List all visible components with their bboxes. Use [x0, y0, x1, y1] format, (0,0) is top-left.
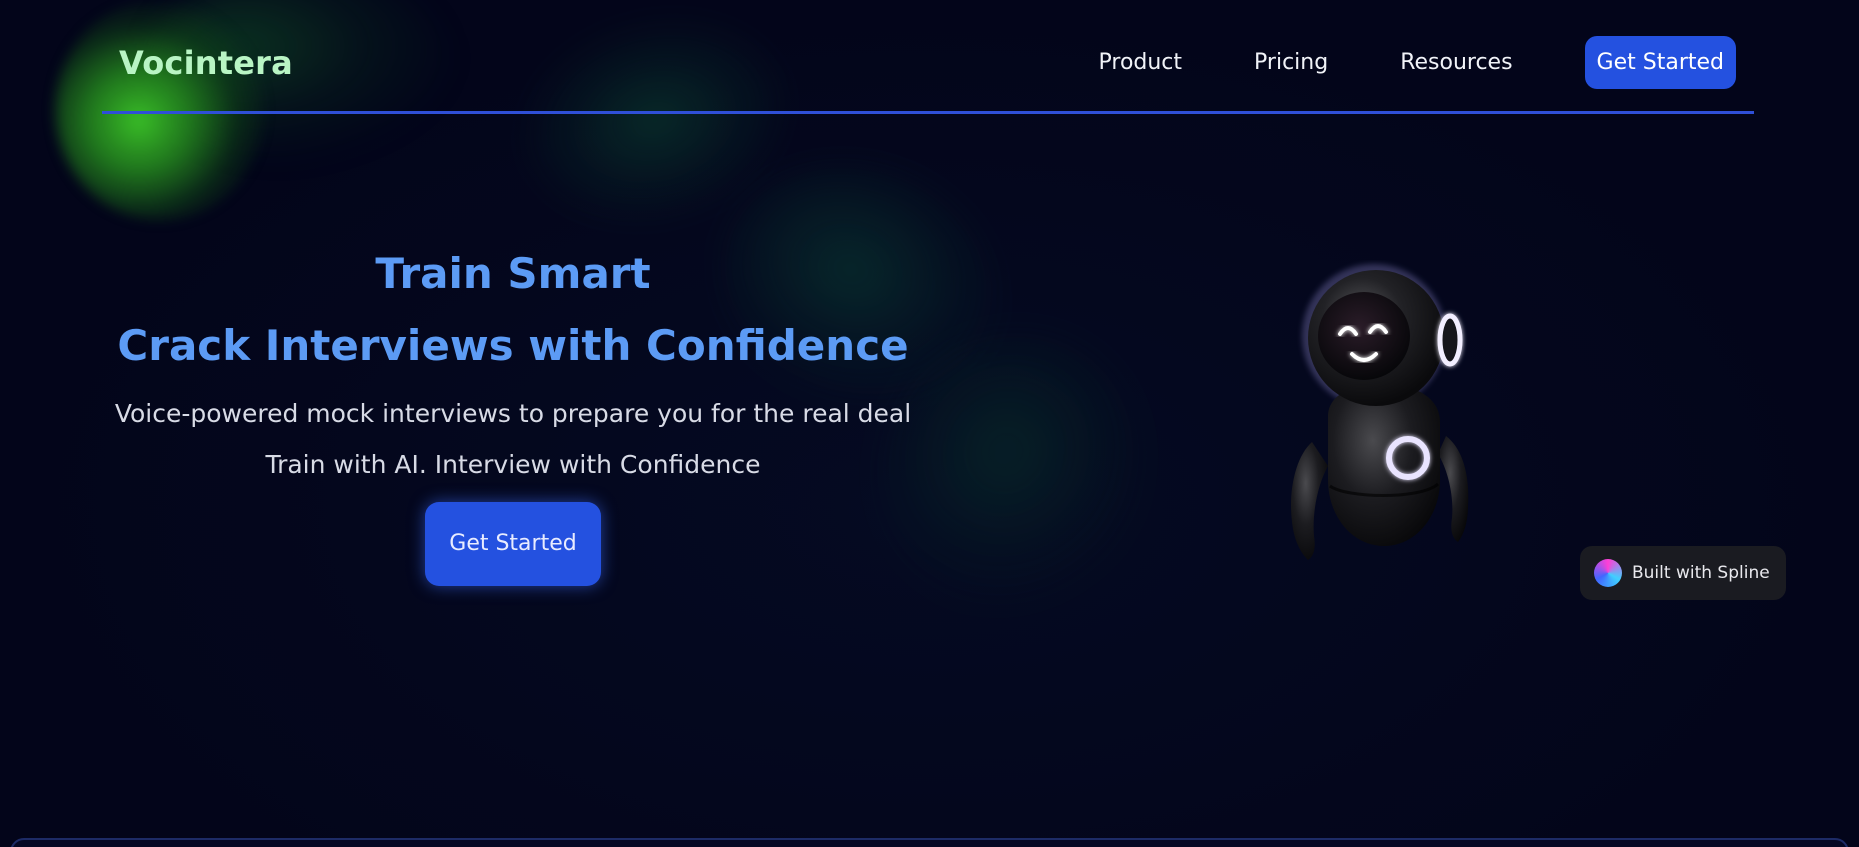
nav-get-started-button[interactable]: Get Started [1584, 36, 1736, 89]
hero-section: Train Smart Crack Interviews with Confid… [100, 240, 926, 586]
nav-link-resources[interactable]: Resources [1400, 50, 1512, 75]
nav-link-pricing[interactable]: Pricing [1254, 50, 1328, 75]
hero-title-secondary: Crack Interviews with Confidence [117, 321, 909, 370]
hero-get-started-button[interactable]: Get Started [425, 502, 601, 586]
spline-badge-label: Built with Spline [1632, 563, 1770, 583]
nav-links: Product Pricing Resources Get Started [1099, 36, 1736, 89]
spline-logo-icon [1594, 559, 1622, 587]
nav-link-product[interactable]: Product [1099, 50, 1183, 75]
robot-illustration [1270, 260, 1510, 580]
brand-logo[interactable]: Vocintera [119, 44, 293, 82]
navbar: Vocintera Product Pricing Resources Get … [102, 30, 1754, 114]
hero-subtitle: Voice-powered mock interviews to prepare… [114, 399, 912, 428]
built-with-spline-badge[interactable]: Built with Spline [1580, 546, 1786, 600]
landing-page: Vocintera Product Pricing Resources Get … [0, 0, 1859, 847]
hero-title: Train Smart [375, 249, 651, 298]
next-section-card [10, 838, 1849, 847]
robot-icon [1290, 264, 1469, 560]
hero-tagline: Train with AI. Interview with Confidence [265, 450, 761, 479]
